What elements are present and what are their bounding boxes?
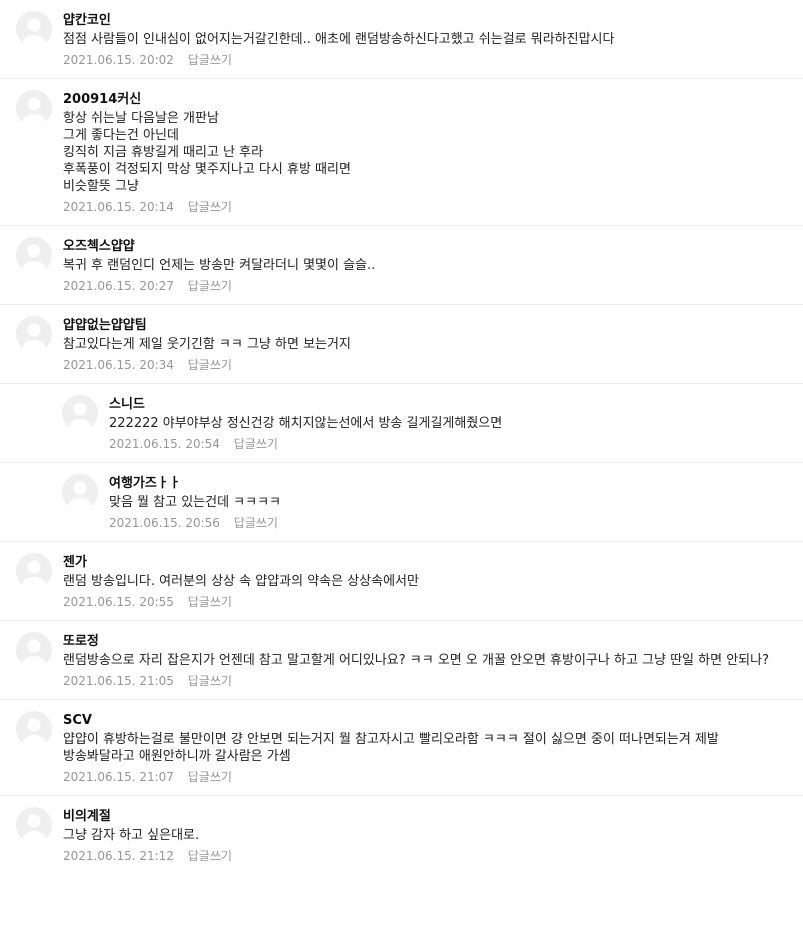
comment-body: 200914커신 항상 쉬는날 다음날은 개판남 그게 좋다는건 아닌데 킹직히… <box>63 90 803 225</box>
comment-body: 또로정 랜덤방송으로 자리 잡은지가 언젠데 참고 말고할게 어디있나요? ㅋㅋ… <box>63 632 803 699</box>
comment-body: 젠가 랜덤 방송입니다. 여러분의 상상 속 얍얍과의 약속은 상상속에서만 2… <box>63 553 803 620</box>
comment-date: 2021.06.15. 20:56 <box>109 516 220 530</box>
comment-body: 비의계절 그냥 감자 하고 싶은대로. 2021.06.15. 21:12 답글… <box>63 807 803 874</box>
reply-button[interactable]: 답글쓰기 <box>188 358 232 372</box>
comment-body: 오즈첵스얍얍 복귀 후 랜덤인디 언제는 방송만 켜달라더니 몇몇이 슬슬.. … <box>63 237 803 304</box>
comment-nickname[interactable]: 또로정 <box>63 633 787 650</box>
comment-text: 복귀 후 랜덤인디 언제는 방송만 켜달라더니 몇몇이 슬슬.. <box>63 258 376 273</box>
reply-comment-item: 여행가즈ㅏㅏ 맞음 뭘 참고 있는건데 ㅋㅋㅋㅋ 2021.06.15. 20:… <box>0 463 803 542</box>
reply-comment-item: 스니드 222222 야부야부상 정신건강 해치지않는선에서 방송 길게길게해줬… <box>0 384 803 463</box>
default-profile-icon[interactable] <box>16 90 52 126</box>
comment-text: 얍얍이 휴방하는걸로 불만이면 걍 안보면 되는거지 뭘 참고자시고 빨리오라함… <box>63 732 723 764</box>
comment-meta: 2021.06.15. 20:55 답글쓰기 <box>63 594 787 620</box>
default-profile-icon[interactable] <box>16 711 52 747</box>
comment-nickname[interactable]: 얍칸코인 <box>63 12 787 29</box>
comment-nickname[interactable]: 여행가즈ㅏㅏ <box>109 475 787 492</box>
comment-nickname[interactable]: 비의계절 <box>63 808 787 825</box>
comment-item: 200914커신 항상 쉬는날 다음날은 개판남 그게 좋다는건 아닌데 킹직히… <box>0 79 803 226</box>
comment-date: 2021.06.15. 21:05 <box>63 674 174 688</box>
comment-item: 얍얍없는얍얍팀 참고있다는게 제일 웃기긴함 ㅋㅋ 그냥 하면 보는거지 202… <box>0 305 803 384</box>
comment-date: 2021.06.15. 21:07 <box>63 770 174 784</box>
comment-date: 2021.06.15. 21:12 <box>63 849 174 863</box>
reply-button[interactable]: 답글쓰기 <box>188 200 232 214</box>
comment-meta: 2021.06.15. 21:07 답글쓰기 <box>63 769 787 795</box>
default-profile-icon[interactable] <box>16 553 52 589</box>
comment-body: 여행가즈ㅏㅏ 맞음 뭘 참고 있는건데 ㅋㅋㅋㅋ 2021.06.15. 20:… <box>109 474 803 541</box>
comment-body: SCV 얍얍이 휴방하는걸로 불만이면 걍 안보면 되는거지 뭘 참고자시고 빨… <box>63 711 803 795</box>
comment-meta: 2021.06.15. 20:54 답글쓰기 <box>109 436 787 462</box>
comment-item: SCV 얍얍이 휴방하는걸로 불만이면 걍 안보면 되는거지 뭘 참고자시고 빨… <box>0 700 803 796</box>
comment-date: 2021.06.15. 20:02 <box>63 53 174 67</box>
comment-meta: 2021.06.15. 21:12 답글쓰기 <box>63 848 787 874</box>
comment-item: 또로정 랜덤방송으로 자리 잡은지가 언젠데 참고 말고할게 어디있나요? ㅋㅋ… <box>0 621 803 700</box>
default-profile-icon[interactable] <box>16 237 52 273</box>
comment-body: 스니드 222222 야부야부상 정신건강 해치지않는선에서 방송 길게길게해줬… <box>109 395 803 462</box>
comment-nickname[interactable]: 스니드 <box>109 396 787 413</box>
comment-meta: 2021.06.15. 20:56 답글쓰기 <box>109 515 787 541</box>
default-profile-icon[interactable] <box>16 632 52 668</box>
comment-date: 2021.06.15. 20:34 <box>63 358 174 372</box>
comment-text: 랜덤 방송입니다. 여러분의 상상 속 얍얍과의 약속은 상상속에서만 <box>63 574 419 589</box>
reply-button[interactable]: 답글쓰기 <box>188 53 232 67</box>
comment-text: 222222 야부야부상 정신건강 해치지않는선에서 방송 길게길게해줬으면 <box>109 416 503 431</box>
comment-meta: 2021.06.15. 20:14 답글쓰기 <box>63 199 787 225</box>
comment-item: 오즈첵스얍얍 복귀 후 랜덤인디 언제는 방송만 켜달라더니 몇몇이 슬슬.. … <box>0 226 803 305</box>
reply-button[interactable]: 답글쓰기 <box>188 279 232 293</box>
comment-item: 젠가 랜덤 방송입니다. 여러분의 상상 속 얍얍과의 약속은 상상속에서만 2… <box>0 542 803 621</box>
comment-text: 그냥 감자 하고 싶은대로. <box>63 828 200 843</box>
comment-body: 얍칸코인 점점 사람들이 인내심이 없어지는거갈긴한데.. 애초에 랜덤방송하신… <box>63 11 803 78</box>
comment-text: 점점 사람들이 인내심이 없어지는거갈긴한데.. 애초에 랜덤방송하신다고했고 … <box>63 32 615 47</box>
default-profile-icon[interactable] <box>62 395 98 431</box>
comment-list: 얍칸코인 점점 사람들이 인내심이 없어지는거갈긴한데.. 애초에 랜덤방송하신… <box>0 0 803 874</box>
reply-button[interactable]: 답글쓰기 <box>234 516 278 530</box>
comment-nickname[interactable]: 200914커신 <box>63 91 787 108</box>
comment-date: 2021.06.15. 20:54 <box>109 437 220 451</box>
reply-button[interactable]: 답글쓰기 <box>188 770 232 784</box>
reply-button[interactable]: 답글쓰기 <box>188 674 232 688</box>
default-profile-icon[interactable] <box>16 11 52 47</box>
comment-nickname[interactable]: SCV <box>63 712 787 729</box>
comment-meta: 2021.06.15. 20:34 답글쓰기 <box>63 357 787 383</box>
default-profile-icon[interactable] <box>62 474 98 510</box>
comment-body: 얍얍없는얍얍팀 참고있다는게 제일 웃기긴함 ㅋㅋ 그냥 하면 보는거지 202… <box>63 316 803 383</box>
reply-button[interactable]: 답글쓰기 <box>234 437 278 451</box>
comment-meta: 2021.06.15. 20:02 답글쓰기 <box>63 52 787 78</box>
comment-nickname[interactable]: 젠가 <box>63 554 787 571</box>
comment-date: 2021.06.15. 20:14 <box>63 200 174 214</box>
comment-meta: 2021.06.15. 21:05 답글쓰기 <box>63 673 787 699</box>
comment-text: 맞음 뭘 참고 있는건데 ㅋㅋㅋㅋ <box>109 495 282 510</box>
reply-button[interactable]: 답글쓰기 <box>188 595 232 609</box>
comment-date: 2021.06.15. 20:55 <box>63 595 174 609</box>
comment-nickname[interactable]: 오즈첵스얍얍 <box>63 238 787 255</box>
comment-item: 얍칸코인 점점 사람들이 인내심이 없어지는거갈긴한데.. 애초에 랜덤방송하신… <box>0 0 803 79</box>
comment-text: 참고있다는게 제일 웃기긴함 ㅋㅋ 그냥 하면 보는거지 <box>63 337 351 352</box>
comment-item: 비의계절 그냥 감자 하고 싶은대로. 2021.06.15. 21:12 답글… <box>0 796 803 874</box>
comment-text: 랜덤방송으로 자리 잡은지가 언젠데 참고 말고할게 어디있나요? ㅋㅋ 오면 … <box>63 653 769 668</box>
comment-text: 항상 쉬는날 다음날은 개판남 그게 좋다는건 아닌데 킹직히 지금 휴방길게 … <box>63 111 351 194</box>
comment-nickname[interactable]: 얍얍없는얍얍팀 <box>63 317 787 334</box>
default-profile-icon[interactable] <box>16 316 52 352</box>
comment-meta: 2021.06.15. 20:27 답글쓰기 <box>63 278 787 304</box>
reply-button[interactable]: 답글쓰기 <box>188 849 232 863</box>
comment-date: 2021.06.15. 20:27 <box>63 279 174 293</box>
default-profile-icon[interactable] <box>16 807 52 843</box>
